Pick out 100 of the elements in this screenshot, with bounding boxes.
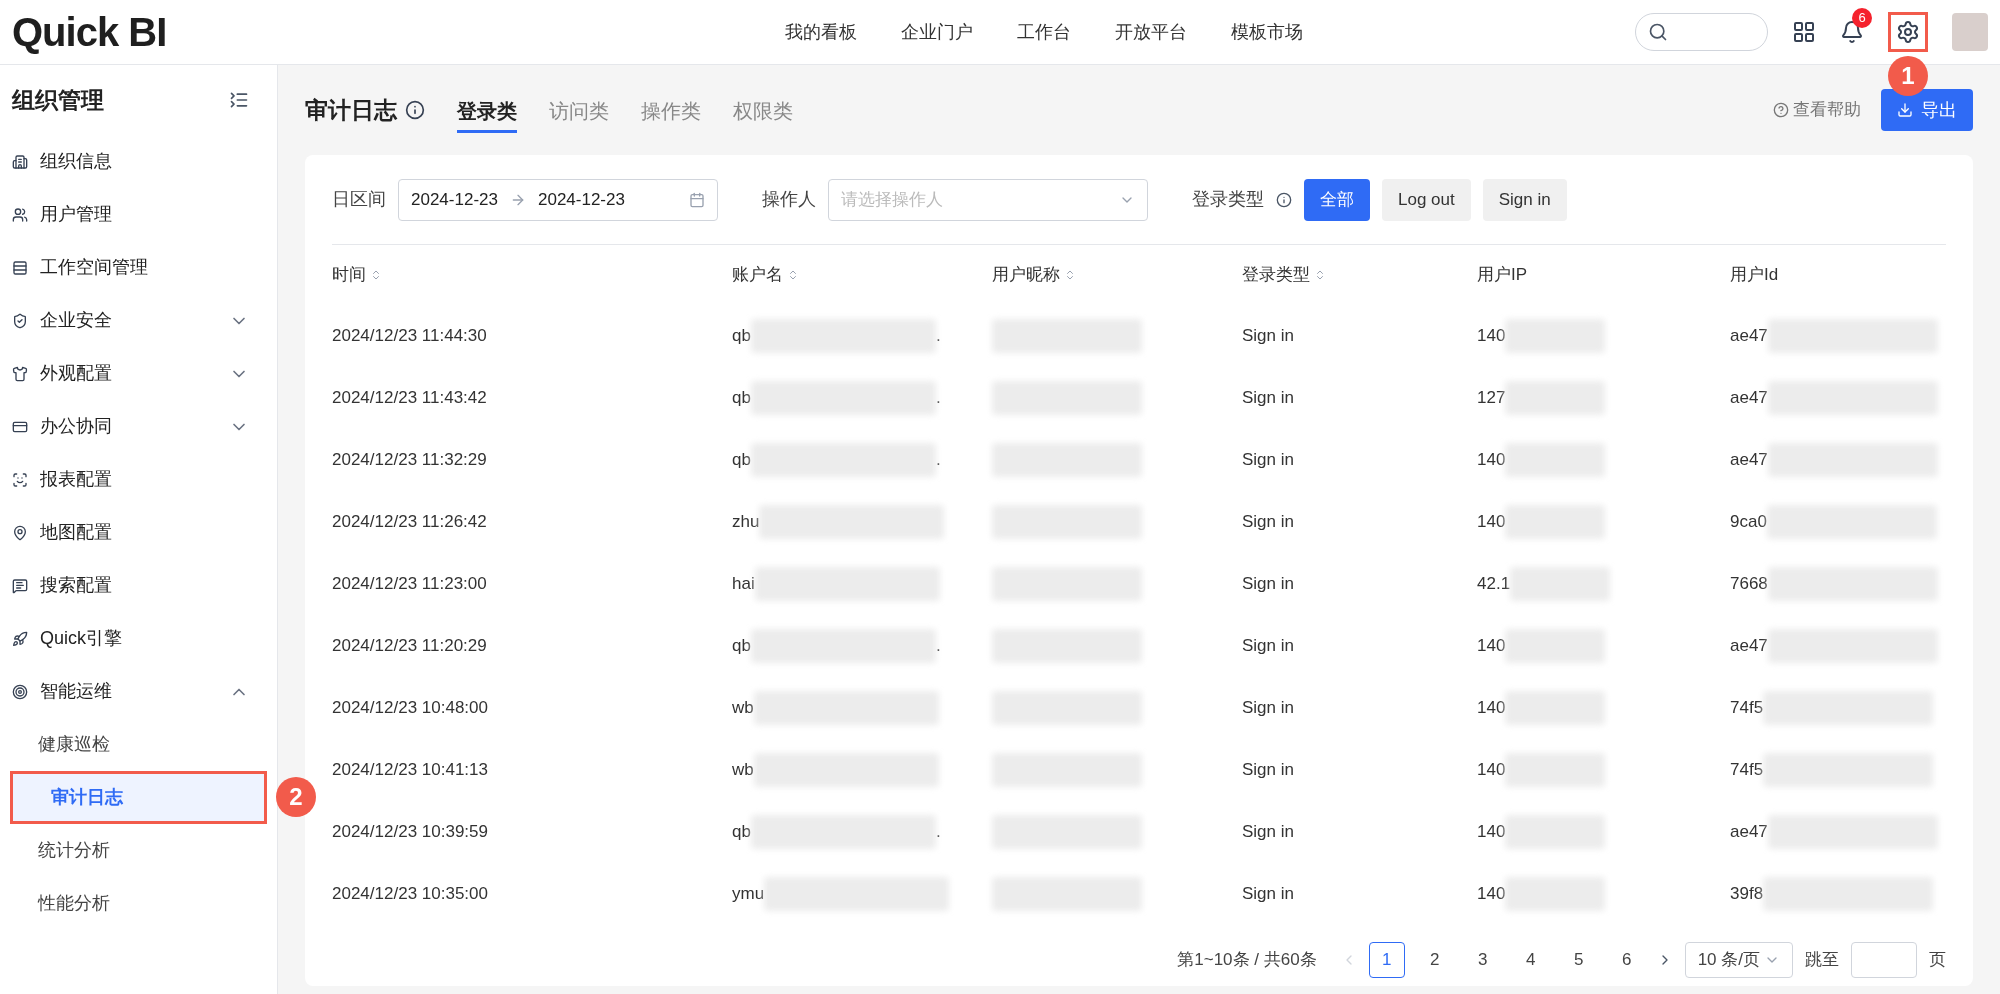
date-range-field[interactable]: 2024-12-23 2024-12-23 [398,178,718,221]
column-header: 用户IP [1477,264,1528,287]
info-icon[interactable] [1276,191,1292,208]
table-cell-text: 2024/12/23 11:32:29 [332,449,488,472]
table-cell-text: Sign in [1242,449,1295,472]
nav-link[interactable]: 企业门户 [900,18,973,46]
sidebar-subitem[interactable]: 健康巡检 [0,718,277,771]
stack-icon [12,259,28,276]
sidebar-item[interactable]: 智能运维 [0,665,277,718]
help-icon [1773,102,1789,118]
sidebar-item[interactable]: 工作空间管理 [0,241,277,294]
target-icon [12,683,28,700]
page-button[interactable]: 1 [1368,942,1405,978]
sort-icon[interactable] [1064,269,1076,281]
sidebar-item[interactable]: 外观配置 [0,347,277,400]
table-cell-text: 127 [1477,387,1506,410]
tab[interactable]: 登录类 [457,87,517,133]
sidebar-subitem[interactable]: 统计分析 [0,824,277,877]
shield-icon [12,312,28,329]
table-cell-text: Sign in [1242,821,1295,844]
report-icon [12,471,28,488]
table-cell-text: 140 [1477,697,1506,720]
table-cell-text: qb [732,821,751,844]
table-cell-text: . [935,325,941,348]
column-header: 账户名 [732,264,783,287]
page-button[interactable]: 5 [1560,942,1597,978]
table-cell-text: zhu [732,511,760,534]
nav-link[interactable]: 模板市场 [1230,18,1303,46]
table-cell-text: . [935,635,941,658]
column-header: 用户昵称 [992,264,1060,287]
sidebar-item[interactable]: 报表配置 [0,453,277,506]
table-cell-text: ae47 [1730,387,1768,410]
page-button[interactable]: 4 [1512,942,1549,978]
export-button[interactable]: 导出 [1881,89,1973,131]
table-cell-text: Sign in [1242,511,1295,534]
table-cell-text: qb [732,387,751,410]
sort-icon[interactable] [1314,269,1326,281]
login-type-option[interactable]: 全部 [1304,178,1370,221]
table-cell-text: Sign in [1242,759,1295,782]
table-cell-text: 7668 [1730,573,1768,596]
table-cell-text: 140 [1477,635,1506,658]
page-size-select[interactable]: 10 条/页 [1684,942,1793,978]
sidebar-item[interactable]: 企业安全 [0,294,277,347]
sidebar-item[interactable]: 用户管理 [0,188,277,241]
sidebar-title: 组织管理 [12,85,104,115]
nav-link[interactable]: 我的看板 [784,18,857,46]
table-cell-text: 39f8 [1730,883,1764,906]
table-cell-text: 2024/12/23 10:35:00 [332,883,489,906]
logo[interactable]: Quick BI [12,10,167,54]
table-cell-text: Sign in [1242,387,1295,410]
page-button[interactable]: 3 [1464,942,1501,978]
table-cell-text: . [935,449,941,472]
sidebar-item[interactable]: 组织信息 [0,135,277,188]
sidebar-item[interactable]: Quick引擎 [0,612,277,665]
login-type-option[interactable]: Sign in [1482,178,1567,221]
table-cell-text: 74f5 [1730,759,1764,782]
apps-grid-icon[interactable] [1792,20,1816,44]
filter-label: 登录类型 [1192,188,1264,211]
sort-icon[interactable] [787,269,799,281]
search-icon [1648,22,1668,42]
table-cell-text: ae47 [1730,821,1768,844]
table-cell-text: 140 [1477,883,1506,906]
sort-icon[interactable] [370,269,382,281]
page-button[interactable]: 6 [1608,942,1645,978]
table-cell-text: Sign in [1242,697,1295,720]
table-cell-text: ae47 [1730,449,1768,472]
page-jump-field[interactable] [1851,942,1917,978]
chat-icon [12,577,28,594]
table-cell-text: wb [732,759,754,782]
sidebar-subitem[interactable]: 审计日志 [10,771,267,824]
login-type-option[interactable]: Log out [1382,178,1471,221]
filter-label: 操作人 [762,188,816,211]
jump-label: 跳至 [1805,949,1839,972]
shirt-icon [12,365,28,382]
table-cell-text: wb [732,697,754,720]
collapse-menu-icon[interactable] [229,90,249,110]
table-cell-text: 2024/12/23 10:39:59 [332,821,489,844]
table-cell-text: . [935,387,941,410]
table-cell-text: Sign in [1242,635,1295,658]
info-icon[interactable] [405,100,425,120]
nav-link[interactable]: 开放平台 [1114,18,1187,46]
sidebar-item[interactable]: 地图配置 [0,506,277,559]
table-cell-text: ymu [732,883,765,906]
help-link[interactable]: 查看帮助 [1773,97,1861,123]
table-cell-text: 2024/12/23 10:48:00 [332,697,489,720]
settings-button[interactable] [1888,12,1928,52]
notification-bell-icon[interactable] [1840,20,1864,44]
users-icon [12,206,28,223]
sidebar-item[interactable]: 搜索配置 [0,559,277,612]
nav-link[interactable]: 工作台 [1016,18,1071,46]
table-cell-text: 2024/12/23 11:43:42 [332,387,488,410]
filter-label: 日区间 [332,188,386,211]
table-cell-text: 140 [1477,511,1506,534]
table-cell-text: Sign in [1242,883,1295,906]
rocket-icon [12,630,28,647]
table-cell-text: Sign in [1242,573,1295,596]
table-cell-text: 140 [1477,325,1506,348]
sidebar-subitem[interactable]: 性能分析 [0,877,277,930]
page-button[interactable]: 2 [1416,942,1453,978]
sidebar-item[interactable]: 办公协同 [0,400,277,453]
